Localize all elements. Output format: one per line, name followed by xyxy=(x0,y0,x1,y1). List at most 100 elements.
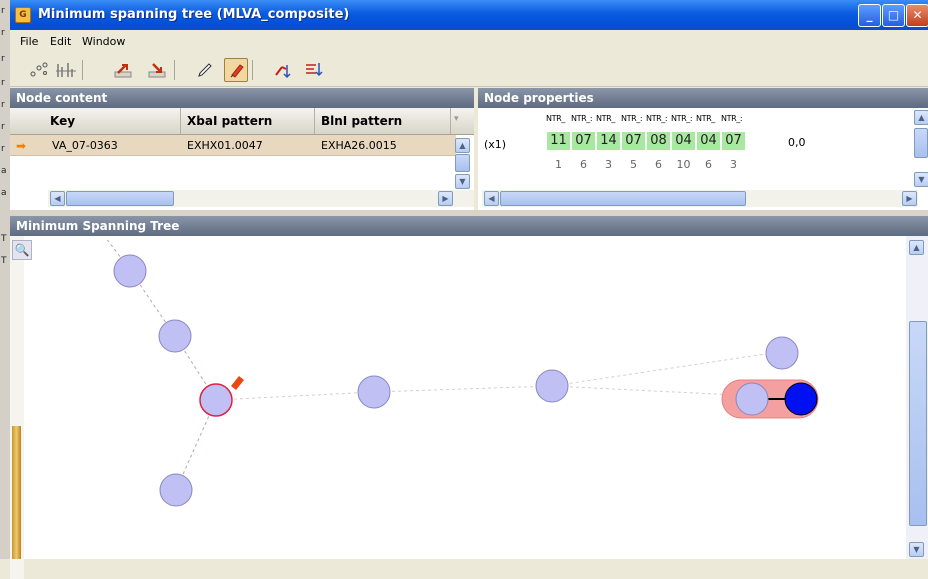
table-row[interactable]: ➡ VA_07-0363 EXHX01.0047 EXHA26.0015 xyxy=(10,135,456,156)
scroll-up-button[interactable]: ▲ xyxy=(455,138,470,153)
node-content-header: Node content xyxy=(10,88,474,108)
mst-header: Minimum Spanning Tree xyxy=(10,216,928,236)
mst-node[interactable] xyxy=(159,473,193,507)
scroll-left-button[interactable]: ◀ xyxy=(50,191,65,206)
scroll-right-button[interactable]: ▶ xyxy=(438,191,453,206)
scroll-down-button[interactable]: ▼ xyxy=(914,172,928,187)
mst-node[interactable] xyxy=(357,375,391,409)
strip-fragment: T xyxy=(1,256,7,266)
node-content-panel: Node content Key XbaI pattern BlnI patte… xyxy=(10,88,474,210)
selected-mst-node[interactable] xyxy=(199,383,233,417)
scroll-up-button[interactable]: ▲ xyxy=(909,240,924,255)
active-mst-node[interactable] xyxy=(784,382,818,416)
property-tail-value: 0,0 xyxy=(788,136,806,149)
property-subvalue: 6 xyxy=(655,158,662,171)
horizontal-scroll-thumb[interactable] xyxy=(500,191,746,206)
window-title: Minimum spanning tree (MLVA_composite) xyxy=(38,7,350,22)
pen-icon[interactable] xyxy=(194,59,216,81)
vertical-scroll-thumb[interactable] xyxy=(455,154,470,172)
highlight-pin-icon[interactable] xyxy=(224,58,248,82)
node-count: (x1) xyxy=(484,138,507,151)
scroll-right-button[interactable]: ▶ xyxy=(902,191,917,206)
current-row-arrow-icon: ➡ xyxy=(16,139,27,153)
property-label: NTR_: xyxy=(621,114,643,123)
mst-node[interactable] xyxy=(535,369,569,403)
scroll-down-button[interactable]: ▼ xyxy=(455,174,470,189)
mst-canvas[interactable] xyxy=(10,240,906,559)
mst-node[interactable] xyxy=(113,254,147,288)
mst-node[interactable] xyxy=(735,382,769,416)
row-key: VA_07-0363 xyxy=(52,139,118,152)
strip-fragment: r xyxy=(1,100,5,110)
mst-vertical-scrollbar[interactable]: ▲ ▼ xyxy=(906,236,928,559)
strip-fragment: r xyxy=(1,6,5,16)
zoom-icon[interactable]: 🔍 xyxy=(12,240,32,260)
property-value: 14 xyxy=(597,132,620,150)
strip-fragment: r xyxy=(1,54,5,64)
strip-fragment: T xyxy=(1,234,7,244)
property-subvalue: 10 xyxy=(676,158,691,171)
layout-nodes-icon[interactable] xyxy=(28,59,50,81)
minimize-button[interactable]: _ xyxy=(858,4,881,27)
strip-fragment: r xyxy=(1,28,5,38)
menu-bar: File Edit Window xyxy=(10,30,928,52)
title-bar[interactable]: G Minimum spanning tree (MLVA_composite)… xyxy=(10,0,928,30)
toolbar xyxy=(10,52,928,87)
mst-panel: Minimum Spanning Tree 🔍 ▲ ▼ xyxy=(10,216,928,579)
highlight-pin-icon xyxy=(231,376,244,390)
property-label: NTR_: xyxy=(571,114,593,123)
close-button[interactable]: ✕ xyxy=(906,4,928,27)
property-label: NTR_ xyxy=(596,114,615,123)
toolbar-separator xyxy=(174,60,175,80)
property-subvalue: 5 xyxy=(630,158,637,171)
property-label: NTR_ xyxy=(696,114,715,123)
horizontal-scroll-thumb[interactable] xyxy=(66,191,174,206)
property-value: 07 xyxy=(722,132,745,150)
sort-branches-icon[interactable] xyxy=(54,59,76,81)
menu-window[interactable]: Window xyxy=(82,35,125,48)
property-subvalue: 1 xyxy=(555,158,562,171)
import-icon[interactable] xyxy=(146,59,168,81)
property-value: 04 xyxy=(672,132,695,150)
app-icon: G xyxy=(15,7,31,23)
property-label: NTR_: xyxy=(646,114,668,123)
toolbar-separator xyxy=(82,60,83,80)
property-subvalue: 6 xyxy=(705,158,712,171)
vertical-scroll-thumb[interactable] xyxy=(909,321,927,526)
property-value: 08 xyxy=(647,132,670,150)
property-value: 07 xyxy=(622,132,645,150)
column-header-key[interactable]: Key xyxy=(50,114,75,128)
export-icon[interactable] xyxy=(112,59,134,81)
strip-fragment: a xyxy=(1,166,7,176)
sort-menu-icon[interactable]: ▾ xyxy=(454,114,468,128)
maximize-button[interactable]: □ xyxy=(882,4,905,27)
mst-links xyxy=(106,240,773,491)
property-value: 04 xyxy=(697,132,720,150)
strip-fragment: a xyxy=(1,188,7,198)
scroll-left-button[interactable]: ◀ xyxy=(484,191,499,206)
row-xbai: EXHX01.0047 xyxy=(187,139,263,152)
scroll-down-button[interactable]: ▼ xyxy=(909,542,924,557)
menu-edit[interactable]: Edit xyxy=(50,35,71,48)
strip-fragment: r xyxy=(1,78,5,88)
node-content-table-header: Key XbaI pattern BlnI pattern ▾ xyxy=(10,108,474,135)
row-blni: EXHA26.0015 xyxy=(321,139,397,152)
property-value: 11 xyxy=(547,132,570,150)
background-window-strip: r r r r r r r a a T T xyxy=(0,0,10,559)
node-tool-icon[interactable] xyxy=(272,59,294,81)
property-value: 07 xyxy=(572,132,595,150)
property-subvalue: 3 xyxy=(605,158,612,171)
branch-tool-icon[interactable] xyxy=(302,59,324,81)
property-label: NTR_: xyxy=(721,114,743,123)
property-subvalue: 3 xyxy=(730,158,737,171)
toolbar-separator xyxy=(252,60,253,80)
mst-node[interactable] xyxy=(765,336,799,370)
vertical-scroll-thumb[interactable] xyxy=(914,128,928,158)
column-header-blni[interactable]: BlnI pattern xyxy=(321,114,402,128)
menu-file[interactable]: File xyxy=(20,35,38,48)
property-label: NTR_ xyxy=(546,114,565,123)
node-properties-header: Node properties xyxy=(478,88,928,108)
mst-node[interactable] xyxy=(158,319,192,353)
scroll-up-button[interactable]: ▲ xyxy=(914,110,928,125)
column-header-xbai[interactable]: XbaI pattern xyxy=(187,114,272,128)
